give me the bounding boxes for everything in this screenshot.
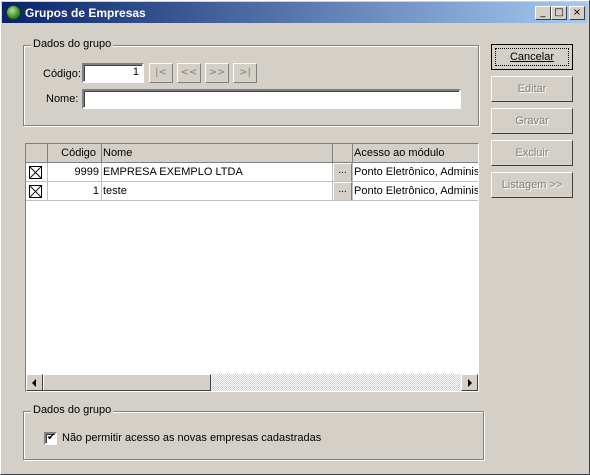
empresas-grid[interactable]: Código Nome Acesso ao módulo 9999 EMPRES… xyxy=(25,143,479,392)
row-checkbox[interactable] xyxy=(29,166,42,179)
grid-header-check[interactable] xyxy=(26,144,48,163)
arrow-right-icon xyxy=(468,379,472,387)
excluir-button[interactable]: Excluir xyxy=(491,140,573,166)
nao-permitir-label[interactable]: Não permitir acesso as novas empresas ca… xyxy=(62,432,321,444)
codigo-input[interactable]: 1 xyxy=(82,63,144,83)
nav-prev-button[interactable]: << xyxy=(177,63,201,83)
window-title: Grupos de Empresas xyxy=(25,6,146,20)
table-cell-nome[interactable]: EMPRESA EXEMPLO LTDA xyxy=(102,163,333,182)
nav-first-button[interactable]: |< xyxy=(149,63,173,83)
nao-permitir-checkbox[interactable]: ✔ xyxy=(44,432,57,445)
horizontal-scrollbar[interactable] xyxy=(26,374,478,391)
codigo-label: Código: xyxy=(43,68,81,80)
grid-header-codigo[interactable]: Código xyxy=(48,144,102,163)
scroll-right-button[interactable] xyxy=(461,374,478,391)
scroll-left-button[interactable] xyxy=(26,374,43,391)
nav-last-button[interactable]: >| xyxy=(233,63,257,83)
title-bar[interactable]: Grupos de Empresas _ □ × xyxy=(2,2,588,23)
ellipsis-button[interactable]: ... xyxy=(333,163,352,181)
codigo-input-value: 1 xyxy=(132,66,139,78)
row-checkbox[interactable] xyxy=(29,185,42,198)
table-row-check[interactable] xyxy=(26,182,48,201)
table-cell-acesso[interactable]: Ponto Eletrônico, Administ xyxy=(353,182,478,201)
listagem-button[interactable]: Listagem >> xyxy=(491,172,573,198)
table-cell-ellipsis: ... xyxy=(333,163,353,182)
grid-header-acesso[interactable]: Acesso ao módulo xyxy=(353,144,478,163)
table-cell-codigo[interactable]: 9999 xyxy=(48,163,102,182)
gravar-button[interactable]: Gravar xyxy=(491,108,573,134)
table-cell-acesso[interactable]: Ponto Eletrônico, Administ xyxy=(353,163,478,182)
table-row-check[interactable] xyxy=(26,163,48,182)
editar-button[interactable]: Editar xyxy=(491,76,573,102)
grid-header-button[interactable] xyxy=(333,144,353,163)
scroll-thumb[interactable] xyxy=(43,374,211,391)
nav-next-button[interactable]: >> xyxy=(205,63,229,83)
minimize-button[interactable]: _ xyxy=(535,6,551,20)
nome-input[interactable] xyxy=(82,89,461,109)
grupos-empresas-window: Grupos de Empresas _ □ × Dados do grupo … xyxy=(0,0,590,475)
arrow-left-icon xyxy=(32,379,36,387)
group-dados-do-grupo-top: Dados do grupo xyxy=(23,38,479,126)
maximize-button[interactable]: □ xyxy=(551,6,567,20)
ellipsis-button[interactable]: ... xyxy=(333,182,352,200)
app-globe-icon xyxy=(6,5,21,20)
cancelar-button[interactable]: Cancelar xyxy=(491,44,573,70)
checkmark-icon: ✔ xyxy=(47,432,56,443)
table-cell-nome[interactable]: teste xyxy=(102,182,333,201)
nome-label: Nome: xyxy=(46,93,79,105)
group-legend: Dados do grupo xyxy=(31,404,114,416)
close-button[interactable]: × xyxy=(569,6,585,20)
focus-rect xyxy=(495,48,569,66)
grid-header-nome[interactable]: Nome xyxy=(102,144,333,163)
table-cell-codigo[interactable]: 1 xyxy=(48,182,102,201)
group-legend: Dados do grupo xyxy=(31,38,114,50)
table-cell-ellipsis: ... xyxy=(333,182,353,201)
